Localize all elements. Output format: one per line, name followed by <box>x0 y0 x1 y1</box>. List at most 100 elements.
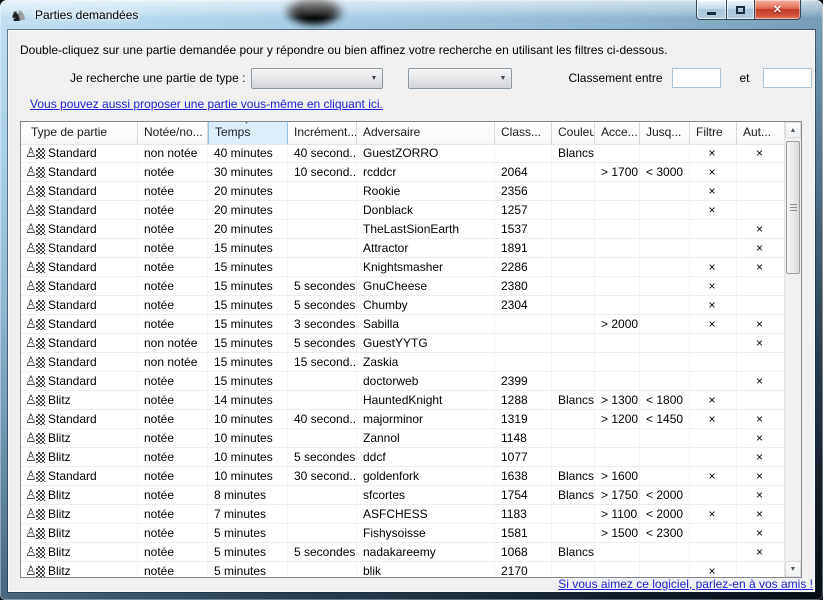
vertical-scrollbar[interactable]: ▲ ▼ <box>784 122 801 577</box>
table-row[interactable]: ♙Standardnon notée40 minutes40 second...… <box>21 144 784 163</box>
game-type-label: Standard <box>48 144 97 162</box>
cell-6: Blancs <box>552 467 595 486</box>
cell-2: 15 minutes <box>208 296 288 315</box>
table-row[interactable]: ♙Blitznotée5 minutes5 secondesnadakareem… <box>21 543 784 562</box>
pawn-chessboard-icon: ♙ <box>25 317 45 331</box>
table-row[interactable]: ♙Blitznotée5 minutesblik2170× <box>21 562 784 577</box>
pawn-chessboard-icon: ♙ <box>25 203 45 217</box>
column-header-6[interactable]: Couleur <box>552 122 595 144</box>
table-row[interactable]: ♙Standardnotée20 minutesRookie2356× <box>21 182 784 201</box>
cell-3: 40 second... <box>288 410 357 429</box>
scroll-down-button[interactable]: ▼ <box>785 561 801 577</box>
scroll-up-button[interactable]: ▲ <box>785 122 801 138</box>
cell-8 <box>640 220 690 239</box>
game-type-combo[interactable]: ▼ <box>251 68 383 89</box>
column-header-2[interactable]: Temps▼ <box>208 122 288 144</box>
game-type-label: Standard <box>48 182 97 200</box>
game-type-label: Blitz <box>48 448 71 466</box>
cell-3: 5 secondes <box>288 448 357 467</box>
cell-3: 3 secondes <box>288 315 357 334</box>
cell-10: × <box>737 524 784 543</box>
column-header-5[interactable]: Class... <box>495 122 552 144</box>
column-header-9[interactable]: Filtre <box>690 122 737 144</box>
cell-1: non notée <box>138 353 208 372</box>
cell-9: × <box>690 182 737 201</box>
filter-bar: Je recherche une partie de type : ▼ ▼ Cl… <box>8 67 815 89</box>
cell-5: 1319 <box>495 410 552 429</box>
game-subtype-combo[interactable]: ▼ <box>408 68 512 89</box>
table-row[interactable]: ♙Blitznotée8 minutessfcortes1754Blancs> … <box>21 486 784 505</box>
cell-2: 10 minutes <box>208 429 288 448</box>
cell-8 <box>640 258 690 277</box>
cell-4: GnuCheese <box>357 277 495 296</box>
rating-min-input[interactable] <box>672 68 721 88</box>
cell-7: > 1750 <box>595 486 640 505</box>
table-row[interactable]: ♙Standardnotée15 minutes3 secondesSabill… <box>21 315 784 334</box>
cell-1: notée <box>138 239 208 258</box>
pawn-chessboard-icon: ♙ <box>25 355 45 369</box>
cell-1: non notée <box>138 334 208 353</box>
cell-1: notée <box>138 448 208 467</box>
column-header-1[interactable]: Notée/no... <box>138 122 208 144</box>
cell-0: ♙Standard <box>21 467 138 486</box>
table-row[interactable]: ♙Standardnotée15 minutesAttractor1891× <box>21 239 784 258</box>
cell-2: 10 minutes <box>208 410 288 429</box>
cell-6 <box>552 429 595 448</box>
table-row[interactable]: ♙Standardnotée15 minutes5 secondesGnuChe… <box>21 277 784 296</box>
table-row[interactable]: ♙Standardnotée30 minutes10 second...rcdd… <box>21 163 784 182</box>
cell-5: 2304 <box>495 296 552 315</box>
tell-your-friends-link[interactable]: Si vous aimez ce logiciel, parlez-en à v… <box>558 577 813 591</box>
scroll-up-icon: ▲ <box>790 127 797 134</box>
table-row[interactable]: ♙Standardnotée15 minutesKnightsmasher228… <box>21 258 784 277</box>
column-header-label: Temps <box>215 125 250 139</box>
cell-10: × <box>737 334 784 353</box>
cell-9: × <box>690 410 737 429</box>
cell-1: notée <box>138 296 208 315</box>
propose-game-link[interactable]: Vous pouvez aussi proposer une partie vo… <box>30 97 383 111</box>
table-row[interactable]: ♙Blitznotée14 minutesHauntedKnight1288Bl… <box>21 391 784 410</box>
table-row[interactable]: ♙Blitznotée7 minutesASFCHESS1183> 1100< … <box>21 505 784 524</box>
cell-6 <box>552 239 595 258</box>
column-header-7[interactable]: Acce... <box>595 122 640 144</box>
cell-9: × <box>690 296 737 315</box>
table-row[interactable]: ♙Blitznotée5 minutesFishysoisse1581> 150… <box>21 524 784 543</box>
cell-2: 15 minutes <box>208 315 288 334</box>
column-header-4[interactable]: Adversaire <box>357 122 495 144</box>
table-row[interactable]: ♙Standardnon notée15 minutes5 secondesGu… <box>21 334 784 353</box>
scrollbar-thumb[interactable] <box>786 141 800 274</box>
table-row[interactable]: ♙Blitznotée10 minutes5 secondesddcf1077× <box>21 448 784 467</box>
cell-5: 2380 <box>495 277 552 296</box>
table-row[interactable]: ♙Standardnotée15 minutes5 secondesChumby… <box>21 296 784 315</box>
cell-9 <box>690 543 737 562</box>
table-row[interactable]: ♙Standardnotée10 minutes40 second...majo… <box>21 410 784 429</box>
table-row[interactable]: ♙Standardnotée10 minutes30 second...gold… <box>21 467 784 486</box>
minimize-button[interactable] <box>696 0 726 20</box>
table-row[interactable]: ♙Standardnotée20 minutesTheLastSionEarth… <box>21 220 784 239</box>
table-row[interactable]: ♙Standardnotée20 minutesDonblack1257× <box>21 201 784 220</box>
cell-2: 7 minutes <box>208 505 288 524</box>
cell-1: notée <box>138 277 208 296</box>
chevron-down-icon: ▼ <box>371 75 378 82</box>
cell-9: × <box>690 258 737 277</box>
table-row[interactable]: ♙Standardnon notée15 minutes15 second...… <box>21 353 784 372</box>
column-header-10[interactable]: Aut... <box>737 122 784 144</box>
cell-7 <box>595 220 640 239</box>
table-row[interactable]: ♙Standardnotée15 minutesdoctorweb2399× <box>21 372 784 391</box>
cell-3 <box>288 391 357 410</box>
column-header-3[interactable]: Incrément... <box>288 122 357 144</box>
maximize-button[interactable] <box>726 0 755 20</box>
close-button[interactable]: ✕ <box>755 0 801 20</box>
title-bar[interactable]: ♞♞ Parties demandées ✕ <box>0 0 823 30</box>
rating-max-input[interactable] <box>763 68 812 88</box>
cell-9 <box>690 220 737 239</box>
cell-4: Donblack <box>357 201 495 220</box>
cell-2: 20 minutes <box>208 201 288 220</box>
column-header-0[interactable]: Type de partie <box>21 122 138 144</box>
game-type-label: Blitz <box>48 391 71 409</box>
cell-2: 15 minutes <box>208 372 288 391</box>
cell-4: TheLastSionEarth <box>357 220 495 239</box>
cell-5: 1257 <box>495 201 552 220</box>
table-row[interactable]: ♙Blitznotée10 minutesZannol1148× <box>21 429 784 448</box>
cell-0: ♙Standard <box>21 220 138 239</box>
column-header-8[interactable]: Jusq... <box>640 122 690 144</box>
